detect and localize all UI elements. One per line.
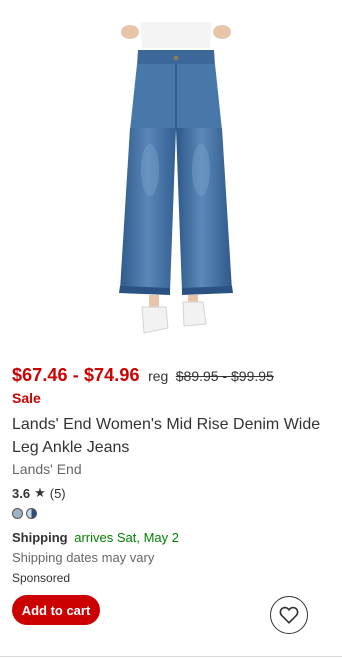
swatch-two-tone[interactable] <box>26 508 37 519</box>
color-swatches <box>12 508 37 519</box>
sale-badge: Sale <box>12 390 41 406</box>
shipping-note: Shipping dates may vary <box>12 550 155 565</box>
star-icon: ★ <box>34 485 46 500</box>
price-row: $67.46 - $74.96 reg $89.95 - $99.95 <box>12 365 274 386</box>
brand-name[interactable]: Lands' End <box>12 461 82 477</box>
heart-icon <box>279 606 299 624</box>
product-title[interactable]: Lands' End Women's Mid Rise Denim Wide L… <box>12 413 330 459</box>
card-divider <box>0 656 342 657</box>
rating-average: 3.6 <box>12 485 31 501</box>
favorite-button[interactable] <box>270 596 308 634</box>
shipping-info: Shipping arrives Sat, May 2 <box>12 530 179 545</box>
swatch-light-wash[interactable] <box>12 508 23 519</box>
sponsored-label: Sponsored <box>12 571 71 585</box>
shipping-arrival: arrives Sat, May 2 <box>74 530 179 545</box>
product-card: $67.46 - $74.96 reg $89.95 - $99.95 Sale… <box>0 0 342 659</box>
product-image[interactable] <box>0 0 342 348</box>
regular-price-label: reg <box>148 368 169 384</box>
rating-summary[interactable]: 3.6 ★ (5) <box>12 485 66 501</box>
rating-count: (5) <box>49 485 66 501</box>
shipping-label: Shipping <box>12 530 68 545</box>
add-to-cart-button[interactable]: Add to cart <box>12 595 100 625</box>
jeans-product-photo <box>119 22 233 334</box>
current-price: $67.46 - $74.96 <box>12 365 140 385</box>
regular-price: $89.95 - $99.95 <box>175 368 274 384</box>
